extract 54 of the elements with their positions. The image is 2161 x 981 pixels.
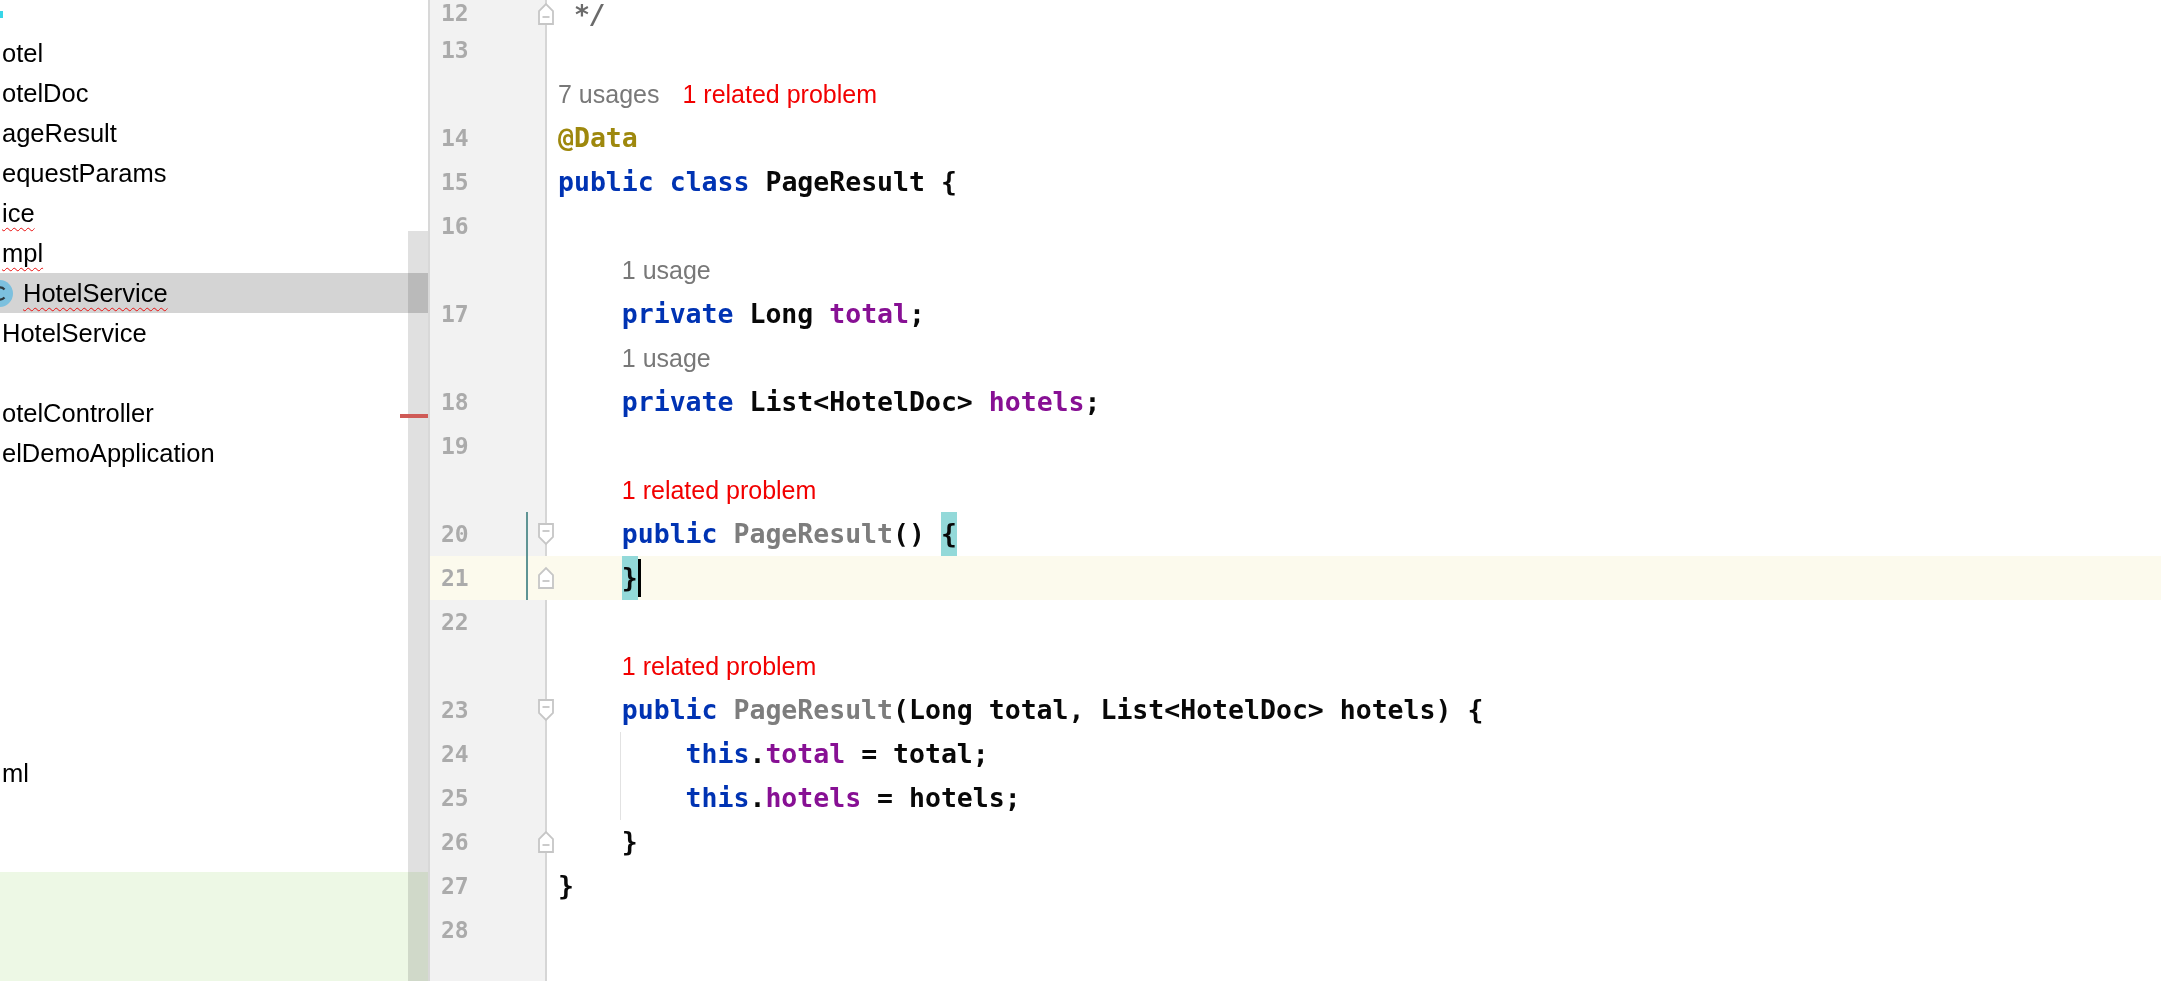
line-number: 24 — [441, 739, 469, 769]
tree-item[interactable]: equestParams — [2, 153, 167, 193]
scrollbar-thumb[interactable] — [408, 231, 428, 981]
tree-item[interactable]: otel — [2, 33, 44, 73]
problem-hint[interactable]: 1 related problem — [621, 467, 817, 512]
line-number: 21 — [441, 563, 469, 593]
tree-item[interactable]: mpl — [2, 233, 44, 273]
usages-hint[interactable]: 7 usages — [558, 71, 660, 116]
line-number: 28 — [441, 915, 469, 945]
tree-item[interactable]: ml — [2, 753, 29, 793]
usages-hint[interactable]: 1 usage — [621, 335, 711, 380]
code-line: this.hotels = hotels; — [685, 780, 1021, 815]
tree-item[interactable]: HotelService — [23, 273, 168, 313]
code-line: } — [621, 824, 638, 859]
line-number: 27 — [441, 871, 469, 901]
code-line: public PageResult(Long total, List<HotelDoc> hotels) { — [621, 692, 1484, 727]
fold-icon[interactable] — [537, 697, 555, 722]
fold-icon[interactable] — [537, 565, 555, 590]
usages-hint[interactable]: 1 usage — [621, 247, 711, 292]
line-number: 13 — [441, 35, 469, 65]
line-number: 26 — [441, 827, 469, 857]
tree-item[interactable]: ice — [2, 193, 35, 233]
code-line: private Long total; — [621, 296, 925, 331]
circle-letter-icon — [0, 279, 13, 307]
code-line: private List<HotelDoc> hotels; — [621, 384, 1101, 419]
line-number: 18 — [441, 387, 469, 417]
code-line: public PageResult() { — [621, 511, 957, 556]
error-stripe-mark[interactable] — [400, 414, 428, 418]
line-number: 23 — [441, 695, 469, 725]
problem-hint[interactable]: 1 related problem — [682, 71, 878, 116]
line-number: 22 — [441, 607, 469, 637]
code-line: public class PageResult { — [558, 164, 957, 199]
tree-item[interactable]: otelController — [2, 393, 154, 433]
code-line: */ — [573, 0, 606, 28]
fold-icon[interactable] — [537, 521, 555, 546]
code-line: this.total = total; — [685, 736, 989, 771]
code-line: @Data — [558, 120, 638, 155]
tree-item[interactable]: HotelService — [2, 313, 147, 353]
tree-item[interactable]: ageResult — [2, 113, 117, 153]
tree-item[interactable]: otelDoc — [2, 73, 89, 113]
line-number: 15 — [441, 167, 469, 197]
problem-hint[interactable]: 1 related problem — [621, 643, 817, 688]
line-number: 19 — [441, 431, 469, 461]
fold-icon[interactable] — [537, 829, 555, 854]
fold-icon[interactable] — [537, 1, 555, 26]
line-number: 16 — [441, 211, 469, 241]
edge-fragment-icon — [0, 11, 3, 18]
tree-item[interactable]: elDemoApplication — [2, 433, 215, 473]
line-number: 17 — [441, 299, 469, 329]
line-number: 20 — [441, 519, 469, 549]
line-number: 14 — [441, 123, 469, 153]
code-line: } — [558, 868, 574, 903]
line-number: 25 — [441, 783, 469, 813]
line-number: 12 — [441, 0, 469, 28]
